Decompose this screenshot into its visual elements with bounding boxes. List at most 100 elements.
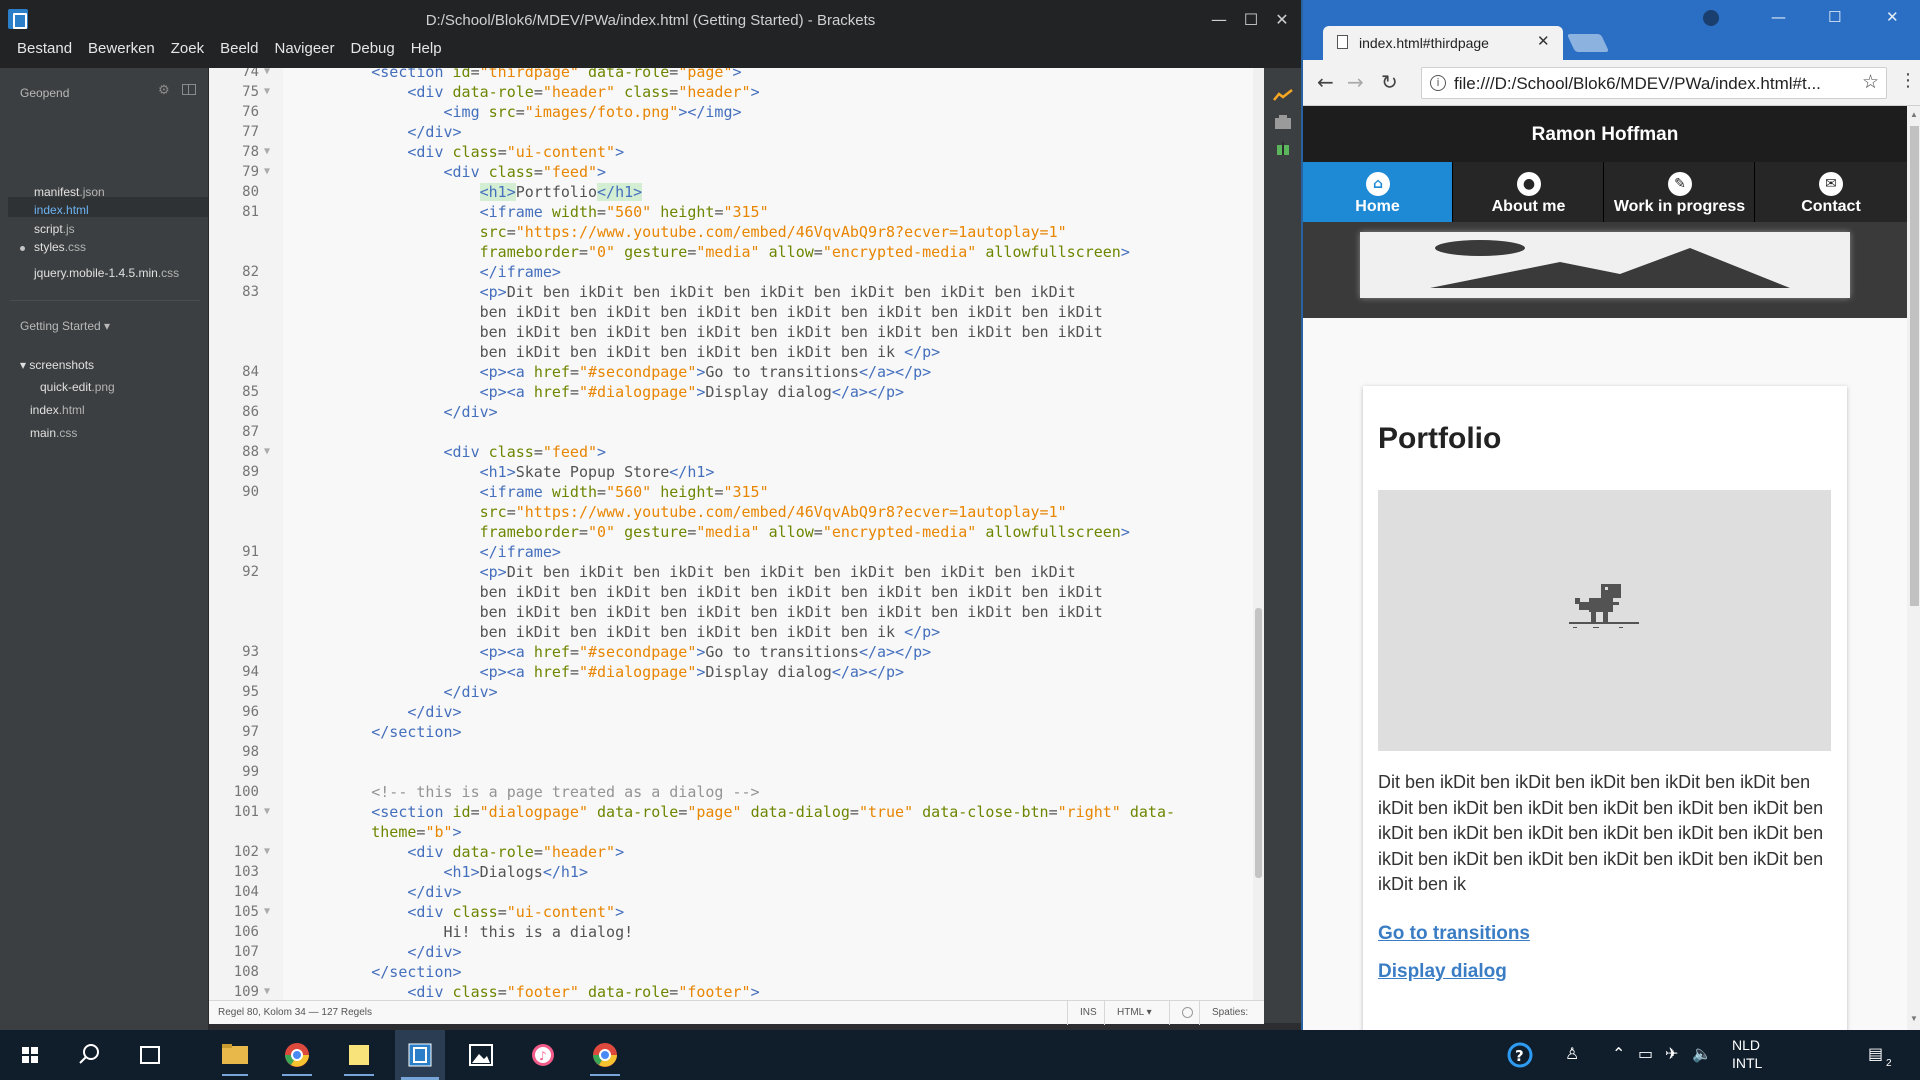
code-line[interactable]: ben ikDit ben ikDit ben ikDit ben ikDit … (209, 322, 1259, 342)
menu-zoek[interactable]: Zoek (163, 39, 212, 59)
network-icon[interactable]: ✈ (1665, 1044, 1678, 1063)
code-line[interactable]: 85 <p><a href="#dialogpage">Display dial… (209, 382, 1259, 402)
code-line[interactable]: 104 </div> (209, 882, 1259, 902)
code-line[interactable]: 106 Hi! this is a dialog! (209, 922, 1259, 942)
code-line[interactable]: 103 <h1>Dialogs</h1> (209, 862, 1259, 882)
chrome-minimize-icon[interactable]: — (1771, 8, 1786, 26)
insert-mode[interactable]: INS (1067, 1001, 1109, 1025)
code-line[interactable]: src="https://www.youtube.com/embed/46Vqv… (209, 502, 1259, 522)
scroll-up-icon[interactable]: ▲ (1910, 110, 1918, 119)
code-line[interactable]: 95 </div> (209, 682, 1259, 702)
indent-setting[interactable]: Spaties: 4 (1199, 1001, 1264, 1042)
code-line[interactable]: 102 ▼ <div data-role="header"> (209, 842, 1259, 862)
menu-beeld[interactable]: Beeld (212, 39, 266, 59)
nav-contact[interactable]: ✉ Contact (1756, 162, 1906, 222)
code-line[interactable]: ben ikDit ben ikDit ben ikDit ben ikDit … (209, 342, 1259, 362)
show-hidden-icons-icon[interactable]: ⌃ (1612, 1044, 1625, 1063)
file-explorer-icon[interactable] (210, 1030, 260, 1080)
code-line[interactable]: 86 </div> (209, 402, 1259, 422)
code-line[interactable]: 76 <img src="images/foto.png"></img> (209, 102, 1259, 122)
people-icon[interactable]: ♙ (1565, 1044, 1579, 1063)
code-line[interactable]: theme="b"> (209, 822, 1259, 842)
brackets-taskbar-icon[interactable] (395, 1030, 445, 1080)
code-line[interactable]: 75 ▼ <div data-role="header" class="heade… (209, 82, 1259, 102)
fold-arrow-icon[interactable]: ▼ (264, 442, 270, 462)
scroll-down-icon[interactable]: ▼ (1910, 1014, 1918, 1023)
tree-file-index[interactable]: index.html (30, 403, 85, 417)
code-line[interactable]: 107 </div> (209, 942, 1259, 962)
code-line[interactable]: 93 <p><a href="#secondpage">Go to transi… (209, 642, 1259, 662)
sticky-notes-icon[interactable] (334, 1030, 384, 1080)
menu-debug[interactable]: Debug (343, 39, 403, 59)
code-line[interactable]: 83 <p>Dit ben ikDit ben ikDit ben ikDit … (209, 282, 1259, 302)
profile-icon[interactable] (1703, 10, 1719, 26)
maximize-icon[interactable]: ☐ (1237, 8, 1265, 32)
windows-start-icon[interactable] (5, 1030, 55, 1080)
code-line[interactable]: 82 </iframe> (209, 262, 1259, 282)
code-line[interactable]: 78 ▼ <div class="ui-content"> (209, 142, 1259, 162)
code-line[interactable]: 98 (209, 742, 1259, 762)
nav-about-me[interactable]: ● About me (1454, 162, 1604, 222)
action-center-icon[interactable]: ▤ (1868, 1044, 1883, 1063)
browser-tab[interactable]: index.html#thirdpage ✕ (1323, 26, 1563, 60)
battery-icon[interactable]: ▭ (1638, 1044, 1653, 1063)
code-line[interactable]: ben ikDit ben ikDit ben ikDit ben ikDit … (209, 582, 1259, 602)
address-bar[interactable]: i file:///D:/School/Blok6/MDEV/PWa/index… (1421, 67, 1887, 99)
code-line[interactable]: 100 <!-- this is a page treated as a dia… (209, 782, 1259, 802)
code-line[interactable]: 109 ▼ <div class="footer" data-role="foot… (209, 982, 1259, 1002)
menu-help[interactable]: Help (403, 39, 450, 59)
fold-arrow-icon[interactable]: ▼ (264, 82, 270, 102)
fold-arrow-icon[interactable]: ▼ (264, 142, 270, 162)
tree-file-quick-edit[interactable]: quick-edit.png (40, 380, 115, 394)
code-line[interactable]: 94 <p><a href="#dialogpage">Display dial… (209, 662, 1259, 682)
close-icon[interactable]: ✕ (1268, 8, 1296, 32)
code-line[interactable]: ben ikDit ben ikDit ben ikDit ben ikDit … (209, 302, 1259, 322)
itunes-icon[interactable]: ♪ (518, 1030, 568, 1080)
page-scrollbar[interactable]: ▲ ▼ (1907, 106, 1920, 1030)
code-line[interactable]: src="https://www.youtube.com/embed/46Vqv… (209, 222, 1259, 242)
code-line[interactable]: 77 </div> (209, 122, 1259, 142)
url-text[interactable]: file:///D:/School/Blok6/MDEV/PWa/index.h… (1454, 74, 1849, 94)
code-line[interactable]: 91 </iframe> (209, 542, 1259, 562)
working-file-index[interactable]: index.html (34, 203, 204, 217)
chrome-taskbar-icon-2[interactable] (580, 1030, 630, 1080)
code-line[interactable]: 80 <h1>Portfolio</h1> (209, 182, 1259, 202)
bookmark-star-icon[interactable]: ☆ (1862, 71, 1879, 93)
chrome-menu-icon[interactable]: ⋮ (1899, 70, 1917, 91)
split-view-icon[interactable] (182, 84, 196, 95)
lint-status-icon[interactable] (1169, 1001, 1199, 1025)
reload-icon[interactable]: ↻ (1381, 70, 1398, 94)
tree-folder-screenshots[interactable]: ▾ screenshots (20, 358, 94, 372)
forward-icon[interactable]: → (1347, 70, 1364, 94)
code-line[interactable]: 101 ▼ <section id="dialogpage" data-role=… (209, 802, 1259, 822)
info-icon[interactable]: i (1430, 75, 1446, 91)
code-line[interactable]: frameborder="0" gesture="media" allow="e… (209, 242, 1259, 262)
fold-arrow-icon[interactable]: ▼ (264, 68, 270, 82)
code-line[interactable]: frameborder="0" gesture="media" allow="e… (209, 522, 1259, 542)
code-line[interactable]: 97 </section> (209, 722, 1259, 742)
working-file-jquery-mobile[interactable]: jquery.mobile-1.4.5.min.css (34, 266, 204, 280)
editor-scroll-thumb[interactable] (1255, 608, 1262, 878)
code-line[interactable]: 92 <p>Dit ben ikDit ben ikDit ben ikDit … (209, 562, 1259, 582)
gift-icon[interactable] (1273, 140, 1293, 156)
code-line[interactable]: 88 ▼ <div class="feed"> (209, 442, 1259, 462)
menu-bestand[interactable]: Bestand (9, 39, 80, 59)
page-scroll-thumb[interactable] (1910, 126, 1919, 606)
fold-arrow-icon[interactable]: ▼ (264, 162, 270, 182)
fold-arrow-icon[interactable]: ▼ (264, 982, 270, 1002)
chrome-maximize-icon[interactable]: ☐ (1828, 8, 1841, 26)
code-line[interactable]: 108 </section> (209, 962, 1259, 982)
code-line[interactable]: 96 </div> (209, 702, 1259, 722)
working-file-styles[interactable]: styles.css (34, 240, 204, 254)
working-file-manifest[interactable]: manifest.json (34, 185, 204, 199)
tree-file-main[interactable]: main.css (30, 426, 77, 440)
code-line[interactable]: 105 ▼ <div class="ui-content"> (209, 902, 1259, 922)
code-line[interactable]: 89 <h1>Skate Popup Store</h1> (209, 462, 1259, 482)
fold-arrow-icon[interactable]: ▼ (264, 802, 270, 822)
back-icon[interactable]: ← (1317, 70, 1334, 94)
nav-home[interactable]: ⌂ Home (1303, 162, 1453, 222)
code-line[interactable]: 87 (209, 422, 1259, 442)
new-tab-button[interactable] (1566, 34, 1610, 52)
tab-close-icon[interactable]: ✕ (1537, 32, 1550, 50)
code-line[interactable]: 81 <iframe width="560" height="315" (209, 202, 1259, 222)
